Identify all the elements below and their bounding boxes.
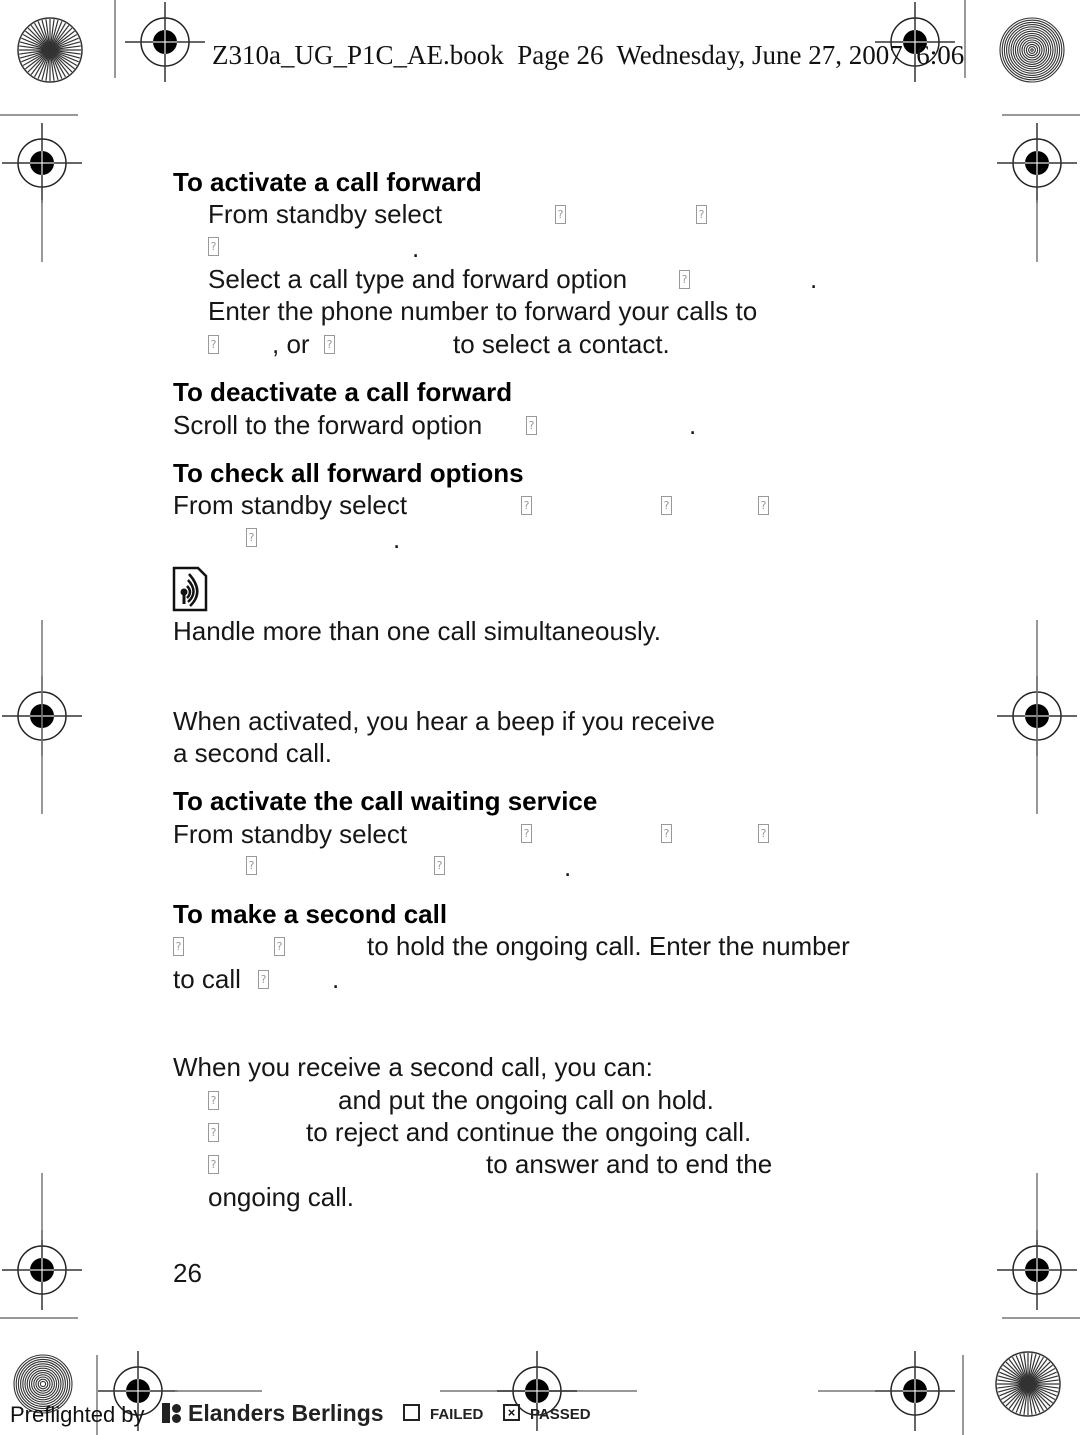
heading-make-second-call: To make a second call <box>173 899 448 929</box>
missing-glyph-icon: ? <box>208 237 219 256</box>
missing-glyph-icon: ? <box>274 937 285 956</box>
missing-glyph-icon: ? <box>434 856 445 875</box>
page-number: 26 <box>173 1258 202 1288</box>
concentric-ring <box>33 1374 53 1394</box>
network-service-icon <box>172 566 208 612</box>
step-text: . <box>564 852 572 882</box>
step-text: to hold the ongoing call. Enter the numb… <box>367 931 850 961</box>
heading-check-forward-options: To check all forward options <box>173 458 524 488</box>
missing-glyph-icon: ? <box>173 937 184 956</box>
registration-mark-bottom-right <box>874 1350 956 1432</box>
registration-mark-top-left <box>124 1 206 83</box>
missing-glyph-icon: ? <box>526 416 537 435</box>
passed-label: PASSED <box>530 1406 591 1423</box>
step-text: . <box>393 524 401 554</box>
step-text: . <box>689 410 697 440</box>
concentric-ring <box>1028 46 1036 54</box>
concentric-ring <box>1021 39 1043 61</box>
missing-glyph-icon: ? <box>758 496 769 515</box>
concentric-mark-top-right <box>999 17 1065 83</box>
step-text: From standby select <box>173 819 408 849</box>
book-header: Z310a_UG_P1C_AE.book Page 26 Wednesday, … <box>212 40 965 70</box>
missing-glyph-icon: ? <box>246 856 257 875</box>
missing-glyph-icon: ? <box>258 970 269 989</box>
concentric-ring <box>1030 48 1034 52</box>
missing-glyph-icon: ? <box>679 270 690 289</box>
missing-glyph-icon: ? <box>208 335 219 354</box>
registration-mark-left-bottom <box>1 1229 83 1311</box>
registration-mark-right-bottom <box>996 1229 1078 1311</box>
elanders-logo-icon <box>162 1403 184 1423</box>
failed-label: FAILED <box>430 1406 484 1423</box>
missing-glyph-icon: ? <box>521 824 532 843</box>
concentric-ring <box>999 17 1065 83</box>
step-text: . <box>412 233 420 263</box>
concentric-ring <box>39 1380 47 1388</box>
step-text: Scroll to the forward option <box>173 410 483 440</box>
heading-deactivate-call-forward: To deactivate a call forward <box>173 377 513 407</box>
missing-glyph-icon: ? <box>208 1091 219 1110</box>
preflighted-label: Preflighted by <box>10 1402 145 1427</box>
step-text: From standby select <box>208 199 443 229</box>
registration-mark-right-top <box>996 122 1078 204</box>
concentric-ring <box>1012 30 1052 70</box>
failed-checkbox <box>403 1404 420 1421</box>
missing-glyph-icon: ? <box>246 528 257 547</box>
missing-glyph-icon: ? <box>324 335 335 354</box>
body-text: a second call. <box>173 738 332 768</box>
sunburst-mark-top-left <box>17 17 83 83</box>
concentric-ring <box>1014 32 1050 68</box>
list-item: and put the ongoing call on hold. <box>338 1085 714 1115</box>
call-waiting-description: Handle more than one call simultaneously… <box>173 616 662 646</box>
list-item: ongoing call. <box>208 1182 354 1212</box>
body-text: When you receive a second call, you can: <box>173 1052 653 1082</box>
heading-activate-call-forward: To activate a call forward <box>173 167 482 197</box>
sunburst-mark-bottom-right <box>995 1351 1061 1417</box>
step-text: . <box>332 964 340 994</box>
list-item: to reject and continue the ongoing call. <box>306 1117 752 1147</box>
step-text: . <box>810 264 818 294</box>
step-text: , or <box>272 329 310 359</box>
step-text: to select a contact. <box>453 329 670 359</box>
missing-glyph-icon: ? <box>661 496 672 515</box>
missing-glyph-icon: ? <box>696 205 707 224</box>
concentric-ring <box>1006 24 1058 76</box>
brand-name: Elanders Berlings <box>188 1400 384 1426</box>
missing-glyph-icon: ? <box>555 205 566 224</box>
check-mark-icon: × <box>507 1405 516 1420</box>
heading-activate-call-waiting: To activate the call waiting service <box>173 786 598 816</box>
concentric-ring <box>31 1372 55 1396</box>
missing-glyph-icon: ? <box>758 824 769 843</box>
body-text: When activated, you hear a beep if you r… <box>173 706 715 736</box>
step-text: Enter the phone number to forward your c… <box>208 296 758 326</box>
concentric-ring <box>24 1365 62 1403</box>
step-text: Select a call type and forward option <box>208 264 628 294</box>
missing-glyph-icon: ? <box>521 496 532 515</box>
step-text: From standby select <box>173 490 408 520</box>
passed-checkbox: × <box>503 1404 520 1421</box>
missing-glyph-icon: ? <box>208 1155 219 1174</box>
concentric-ring <box>37 1378 49 1390</box>
missing-glyph-icon: ? <box>208 1123 219 1142</box>
missing-glyph-icon: ? <box>661 824 672 843</box>
step-text: to call <box>173 964 241 994</box>
list-item: to answer and to end the <box>486 1149 773 1179</box>
concentric-ring <box>1019 37 1045 63</box>
registration-mark-left-top <box>1 122 83 204</box>
